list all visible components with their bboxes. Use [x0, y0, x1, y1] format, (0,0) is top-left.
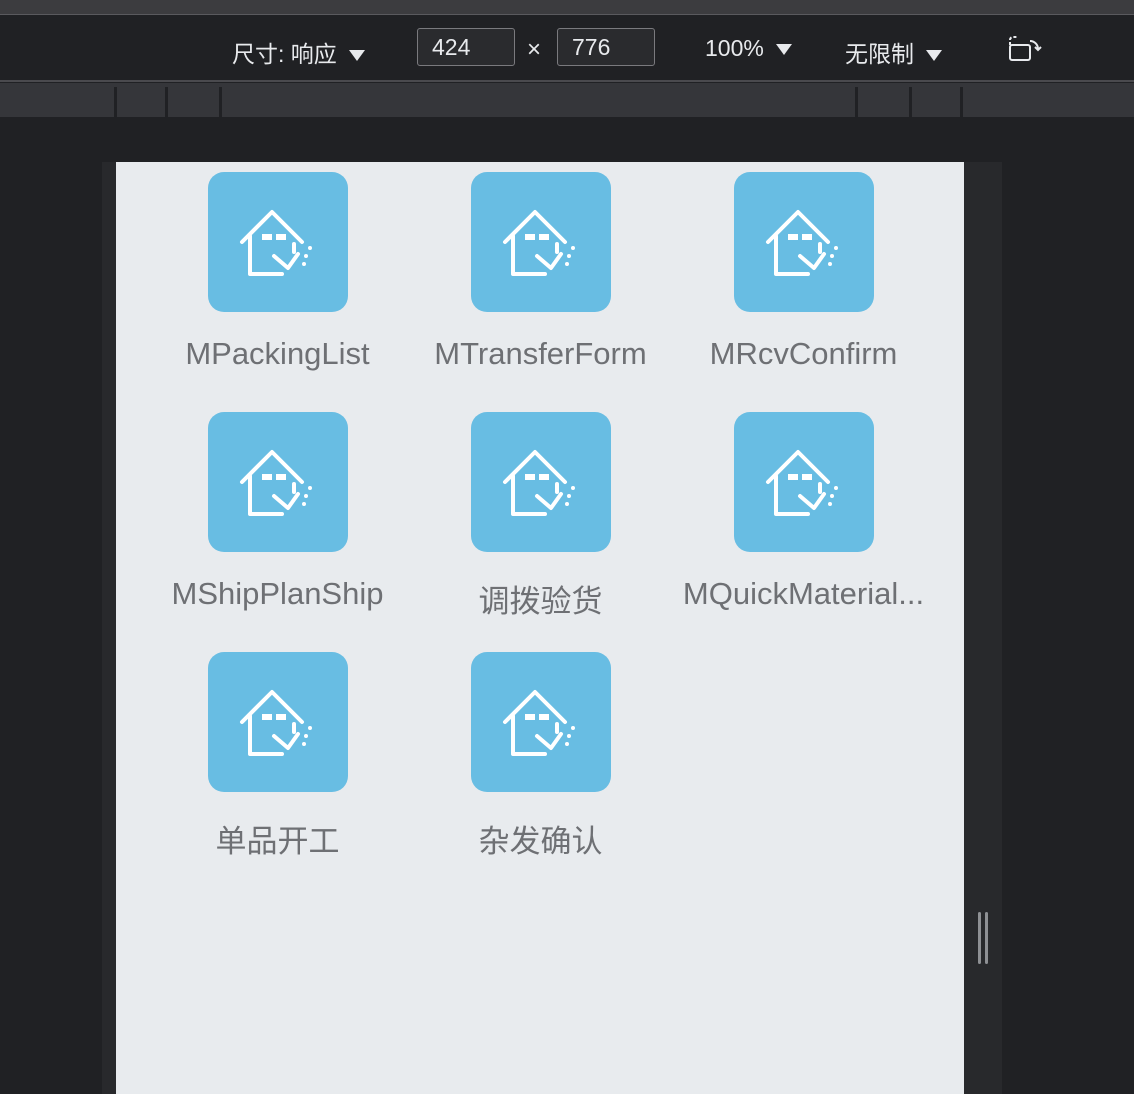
- app-tile-mtransferform[interactable]: MTransferForm: [409, 172, 672, 372]
- warehouse-icon: [239, 450, 312, 516]
- throttle-dropdown[interactable]: 无限制: [845, 35, 942, 69]
- zoom-label: 100%: [705, 35, 764, 61]
- warehouse-icon-box: [470, 172, 611, 312]
- warehouse-icon-box: [207, 652, 348, 792]
- app-tile-misc-issue-confirm[interactable]: 杂发确认: [409, 652, 672, 861]
- warehouse-icon: [239, 690, 312, 756]
- app-tile-mquickmaterial[interactable]: MQuickMaterial...: [672, 412, 935, 612]
- resize-handle[interactable]: [978, 912, 988, 964]
- app-label: MPackingList: [185, 336, 370, 371]
- throttle-label: 无限制: [845, 41, 914, 67]
- app-tile-mpackinglist[interactable]: MPackingList: [146, 172, 409, 372]
- warehouse-icon-box: [470, 412, 611, 552]
- warehouse-icon: [502, 690, 575, 756]
- app-tile-mshipplanship[interactable]: MShipPlanShip: [146, 412, 409, 612]
- app-label: 调拨验货: [478, 584, 603, 619]
- app-label: MTransferForm: [434, 336, 647, 371]
- dimensions-label: 尺寸: 响应: [232, 41, 337, 67]
- warehouse-icon: [765, 210, 838, 276]
- rotate-device-icon[interactable]: [1008, 35, 1042, 63]
- ruler-divider: [909, 87, 912, 117]
- dimensions-dropdown[interactable]: 尺寸: 响应: [232, 35, 365, 69]
- triangle-down-icon: [348, 50, 365, 62]
- app-label: MRcvConfirm: [709, 336, 898, 371]
- handle-bar: [978, 912, 981, 964]
- warehouse-icon-box: [207, 172, 348, 312]
- warehouse-icon-box: [733, 172, 874, 312]
- app-tile-single-start[interactable]: 单品开工: [146, 652, 409, 861]
- handle-bar: [985, 912, 988, 964]
- device-toolbar: 尺寸: 响应 × 100% 无限制: [0, 15, 1134, 82]
- warehouse-icon: [502, 450, 575, 516]
- browser-top-strip: [0, 0, 1134, 15]
- mobile-page: MPackingList MTransferForm MRcvConfirm M…: [116, 162, 964, 1094]
- height-input[interactable]: [557, 28, 655, 66]
- warehouse-icon-box: [733, 412, 874, 552]
- ruler-divider: [114, 87, 117, 117]
- ruler-divider: [855, 87, 858, 117]
- app-label: MQuickMaterial...: [682, 576, 925, 611]
- warehouse-icon: [765, 450, 838, 516]
- width-input[interactable]: [417, 28, 515, 66]
- ruler-divider: [960, 87, 963, 117]
- app-tile-mrcvconfirm[interactable]: MRcvConfirm: [672, 172, 935, 372]
- zoom-dropdown[interactable]: 100%: [705, 35, 792, 62]
- app-label: 杂发确认: [478, 824, 603, 859]
- app-label: 单品开工: [215, 824, 340, 859]
- media-query-ruler[interactable]: [0, 83, 1134, 117]
- warehouse-icon-box: [207, 412, 348, 552]
- times-symbol: ×: [527, 36, 542, 63]
- warehouse-icon: [239, 210, 312, 276]
- app-tile-transfer-inspection[interactable]: 调拨验货: [409, 412, 672, 621]
- ruler-divider: [219, 87, 222, 117]
- ruler-divider: [165, 87, 168, 117]
- warehouse-icon: [502, 210, 575, 276]
- triangle-down-icon: [775, 44, 792, 56]
- triangle-down-icon: [926, 50, 942, 62]
- app-label: MShipPlanShip: [171, 576, 384, 611]
- warehouse-icon-box: [470, 652, 611, 792]
